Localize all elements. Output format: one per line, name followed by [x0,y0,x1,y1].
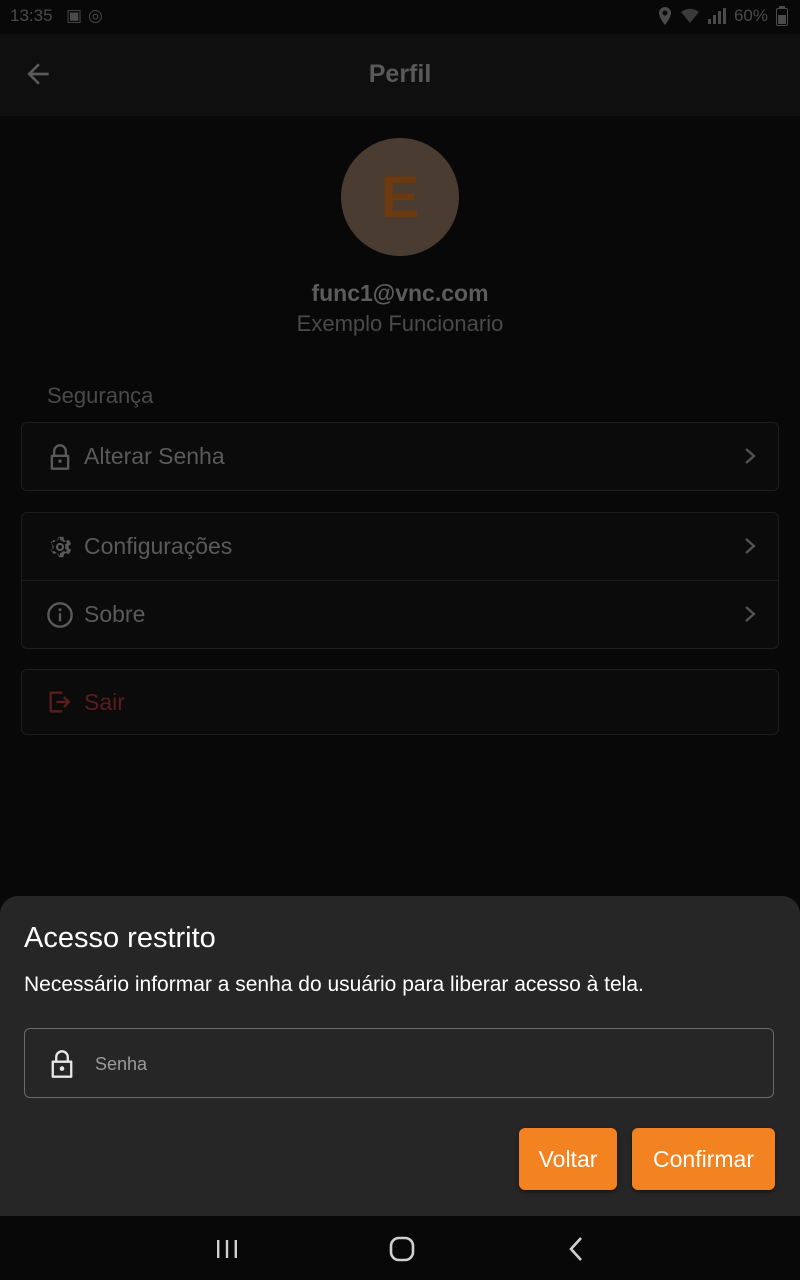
battery-icon [776,6,788,26]
status-time: 13:35 [10,6,53,25]
settings-label: Configurações [84,533,233,559]
password-input[interactable] [93,1029,757,1099]
about-item[interactable]: Sobre [22,580,778,648]
home-icon[interactable] [389,1236,415,1262]
password-field [24,1028,774,1099]
change-password-item[interactable]: Alterar Senha [22,423,778,490]
info-icon [47,601,73,628]
logout-icon [49,691,71,713]
sheet-title: Acesso restrito [24,922,216,954]
location-icon [658,7,671,25]
security-card: Alterar Senha [21,422,779,491]
restricted-access-sheet: Acesso restrito Necessário informar a se… [0,896,800,1216]
avatar-initial: E [380,164,420,230]
lock-icon [50,443,70,470]
status-bar: 13:35 ▣◎ 60% [0,0,800,34]
lock-icon [51,1050,73,1078]
wifi-icon [680,8,699,23]
nav-back-icon[interactable] [566,1236,586,1262]
back-button[interactable]: Voltar [519,1128,617,1190]
logout-label: Sair [84,688,125,715]
status-indicators: 60% [658,6,788,26]
logout-card: Sair [21,669,779,735]
app-bar: Perfil [0,34,800,116]
about-label: Sobre [84,601,146,627]
notification-icons: ▣◎ [66,6,109,25]
security-section-label: Segurança [47,383,154,408]
chevron-right-icon [745,448,756,464]
avatar: E [341,138,459,256]
sheet-description: Necessário informar a senha do usuário p… [24,973,644,996]
battery-text: 60% [733,6,768,25]
change-password-label: Alterar Senha [84,443,225,469]
signal-icon [707,8,726,24]
page-title: Perfil [368,60,432,88]
confirm-button[interactable]: Confirmar [632,1128,775,1190]
user-email: func1@vnc.com [311,280,489,306]
chevron-right-icon [745,538,756,554]
logout-item[interactable]: Sair [22,670,778,734]
recents-icon[interactable] [214,1238,240,1260]
settings-item[interactable]: Configurações [22,513,778,580]
chevron-right-icon [745,606,756,622]
gear-icon [50,536,72,557]
system-nav-bar [0,1216,800,1280]
menu-card: Configurações Sobre [21,512,779,649]
user-name: Exemplo Funcionario [296,311,504,336]
